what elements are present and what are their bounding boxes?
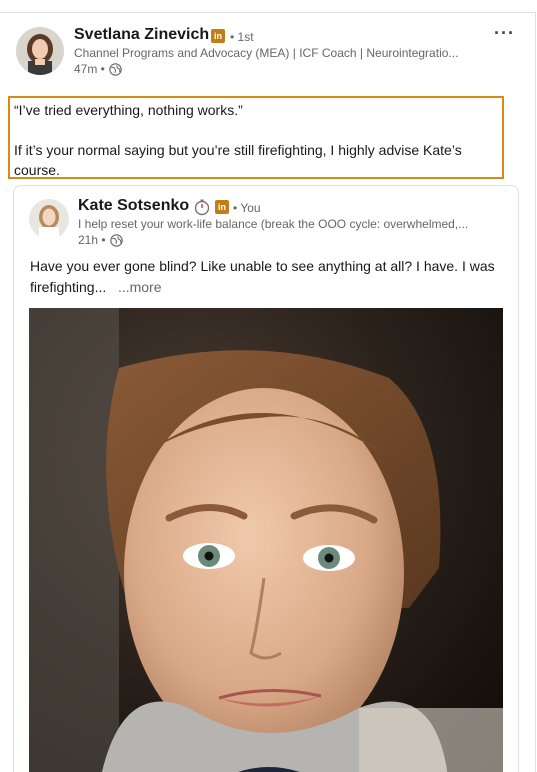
- shared-post[interactable]: Kate Sotsenko in • You I help reset your…: [13, 185, 519, 772]
- post-photo[interactable]: [29, 308, 503, 772]
- connection-degree: • 1st: [230, 30, 254, 44]
- linkedin-premium-icon: in: [215, 200, 229, 214]
- see-more-link[interactable]: ...more: [118, 279, 162, 295]
- connection-degree: • You: [233, 201, 261, 215]
- post-text: “I’ve tried everything, nothing works.” …: [14, 100, 499, 180]
- author-name[interactable]: Svetlana Zinevich: [74, 26, 209, 44]
- shared-author-name[interactable]: Kate Sotsenko: [78, 197, 189, 215]
- shared-author-headline: I help reset your work-life balance (bre…: [78, 217, 469, 231]
- linkedin-premium-icon: in: [211, 29, 225, 43]
- more-options-button[interactable]: ···: [494, 23, 515, 44]
- stopwatch-icon: [193, 198, 211, 216]
- post-text-line: “I’ve tried everything, nothing works.”: [14, 102, 243, 118]
- globe-icon: [109, 62, 122, 76]
- post-time: 47m •: [74, 62, 105, 76]
- shared-post-time: 21h •: [78, 233, 106, 247]
- globe-icon: [109, 233, 123, 247]
- shared-post-meta: 21h •: [78, 233, 123, 247]
- post-meta: 47m •: [74, 62, 122, 76]
- shared-author-avatar[interactable]: [29, 199, 69, 239]
- post-text-line: If it’s your normal saying but you’re st…: [14, 142, 462, 178]
- author-avatar[interactable]: [16, 27, 64, 75]
- author-headline: Channel Programs and Advocacy (MEA) | IC…: [74, 46, 459, 60]
- feed-post-card: Svetlana Zinevich in • 1st Channel Progr…: [0, 12, 536, 772]
- shared-post-text: Have you ever gone blind? Like unable to…: [30, 256, 510, 298]
- shared-post-body: Have you ever gone blind? Like unable to…: [30, 258, 495, 295]
